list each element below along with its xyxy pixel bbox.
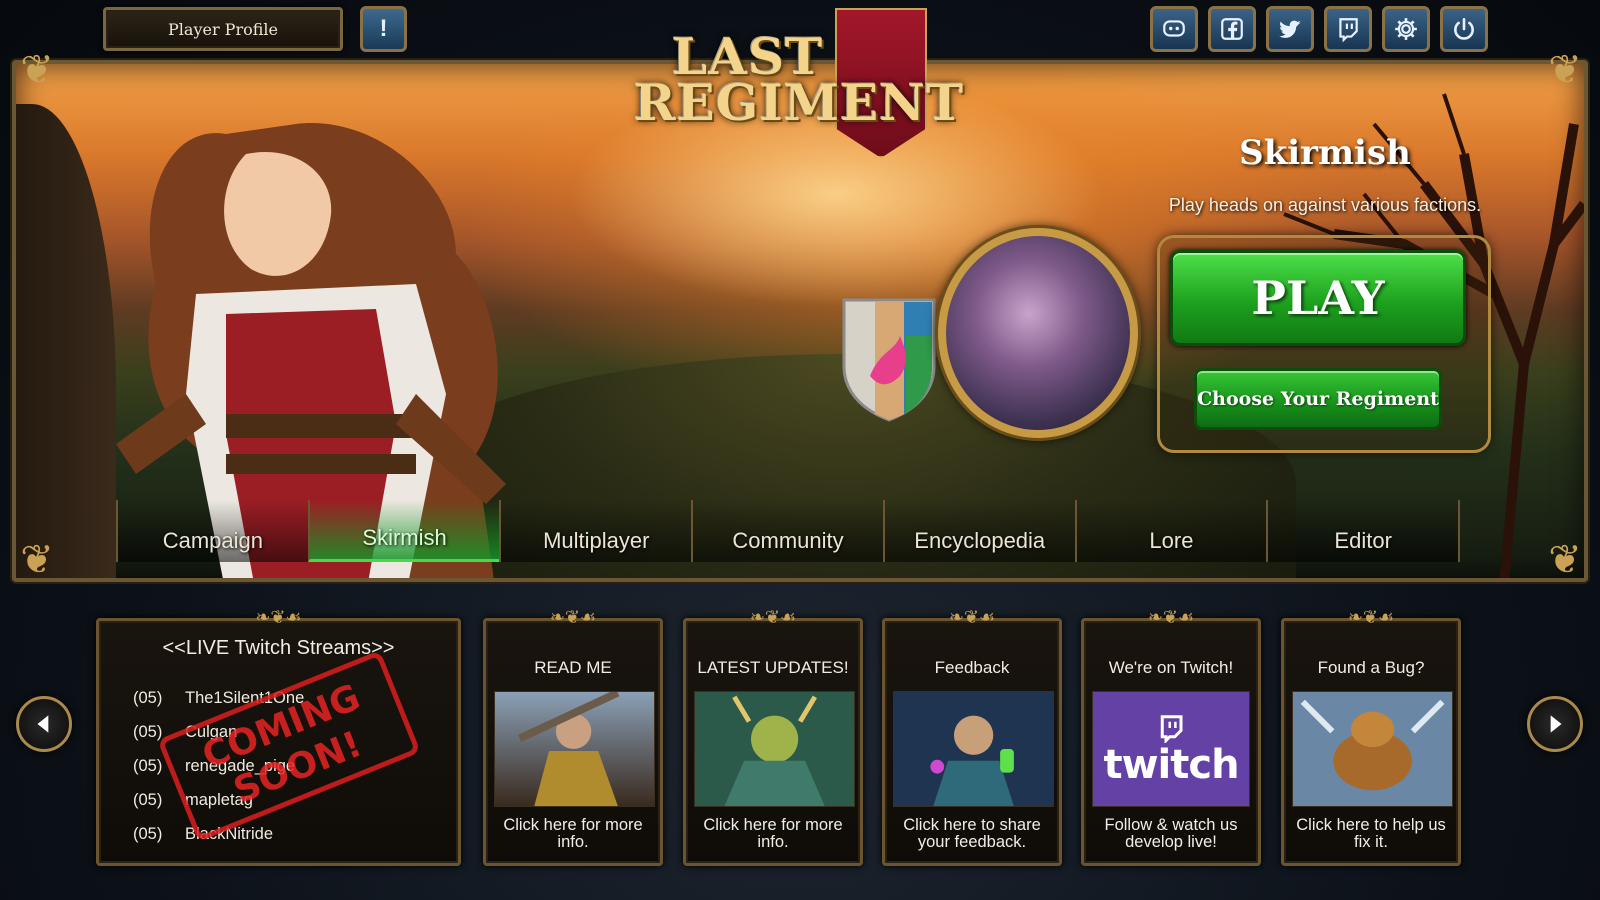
twitch-glitch-icon [1160,715,1183,743]
mode-description: Play heads on against various factions. [1168,195,1482,215]
stream-count: (05) [133,688,163,707]
tab-campaign[interactable]: Campaign [116,500,308,562]
card-read-me[interactable]: ❧❦☙ READ ME Click here for more info. [483,609,663,866]
card-title: READ ME [534,657,612,677]
tab-editor[interactable]: Editor [1266,500,1461,562]
card-found-bug[interactable]: ❧❦☙ Found a Bug? Click here to help us f… [1281,609,1461,866]
twitch-icon [1339,18,1358,42]
card-title: LATEST UPDATES! [697,657,849,677]
play-button[interactable]: PLAY [1170,250,1466,346]
tab-lore[interactable]: Lore [1074,500,1267,562]
twitch-button[interactable] [1324,6,1372,52]
facebook-button[interactable] [1208,6,1256,52]
card-latest-updates[interactable]: ❧❦☙ LATEST UPDATES! Click here for more … [683,609,863,866]
stream-count: (05) [133,790,163,809]
card-feedback[interactable]: ❧❦☙ Feedback Click here to share your fe… [882,609,1062,866]
twitch-logo-text: twitch [1103,742,1239,788]
twitter-button[interactable] [1266,6,1314,52]
twitch-logo-image: twitch [1092,691,1250,807]
twitter-icon [1279,20,1301,38]
discord-button[interactable] [1150,6,1198,52]
stream-row[interactable]: (05) BlackNitride [133,817,433,851]
card-crest-ornament: ❧❦☙ [749,607,797,628]
live-streams-panel: ❧❦☙ <<LIVE Twitch Streams>> (05) The1Sil… [96,609,461,866]
logo-line-2: REGIMENT [634,73,965,132]
power-icon [1454,17,1474,40]
card-text: Follow & watch us develop live! [1104,816,1238,851]
card-crest-ornament: ❧❦☙ [948,607,996,628]
discord-icon [1163,20,1185,37]
mode-title: Skirmish [1239,133,1411,173]
card-image-creature [694,691,856,807]
hero-portrait-medallion[interactable] [938,228,1138,438]
card-crest-ornament: ❧❦☙ [1147,607,1195,628]
carousel-prev-button[interactable] [16,696,72,752]
card-title: Found a Bug? [1317,657,1425,677]
card-title: We're on Twitch! [1108,657,1234,677]
tab-encyclopedia[interactable]: Encyclopedia [882,500,1075,562]
streams-title: <<LIVE Twitch Streams>> [162,637,395,659]
card-crest-ornament: ❧❦☙ [1347,607,1395,628]
game-logo: LAST REGIMENT [630,8,965,158]
card-text: Click here to share your feedback. [903,816,1041,851]
card-crest-ornament: ❧❦☙ [255,607,302,628]
carousel-next-button[interactable] [1527,696,1583,752]
main-nav-tabs: Campaign Skirmish Multiplayer Community … [116,500,1461,562]
card-title: Feedback [934,657,1010,677]
tab-skirmish[interactable]: Skirmish [307,500,500,562]
card-text: Click here to help us fix it. [1296,816,1446,851]
card-text: Click here for more info. [703,816,843,851]
player-profile-button[interactable]: Player Profile [103,7,343,51]
facebook-icon [1221,18,1243,40]
card-image-insect [1292,691,1454,807]
gear-icon [1395,18,1417,40]
faction-shield-icon [842,298,936,422]
card-crest-ornament: ❧❦☙ [549,607,597,628]
corner-ornament: ❦ [1548,47,1582,93]
card-image-alchemist [893,691,1055,807]
tab-community[interactable]: Community [691,500,883,562]
card-image-warrior [494,691,656,807]
choose-regiment-button[interactable]: Choose Your Regiment [1194,368,1442,430]
power-button[interactable] [1440,6,1488,52]
tab-multiplayer[interactable]: Multiplayer [499,500,692,562]
settings-button[interactable] [1382,6,1430,52]
corner-ornament: ❦ [20,47,54,93]
card-text: Click here for more info. [503,816,643,851]
corner-ornament: ❦ [20,537,54,583]
card-twitch[interactable]: ❧❦☙ We're on Twitch! twitch Follow & wat… [1081,609,1261,866]
chevron-left-icon [37,715,49,733]
corner-ornament: ❦ [1548,537,1582,583]
chevron-right-icon [1550,715,1562,733]
alert-button[interactable]: ! [360,6,407,52]
stream-count: (05) [133,824,163,843]
